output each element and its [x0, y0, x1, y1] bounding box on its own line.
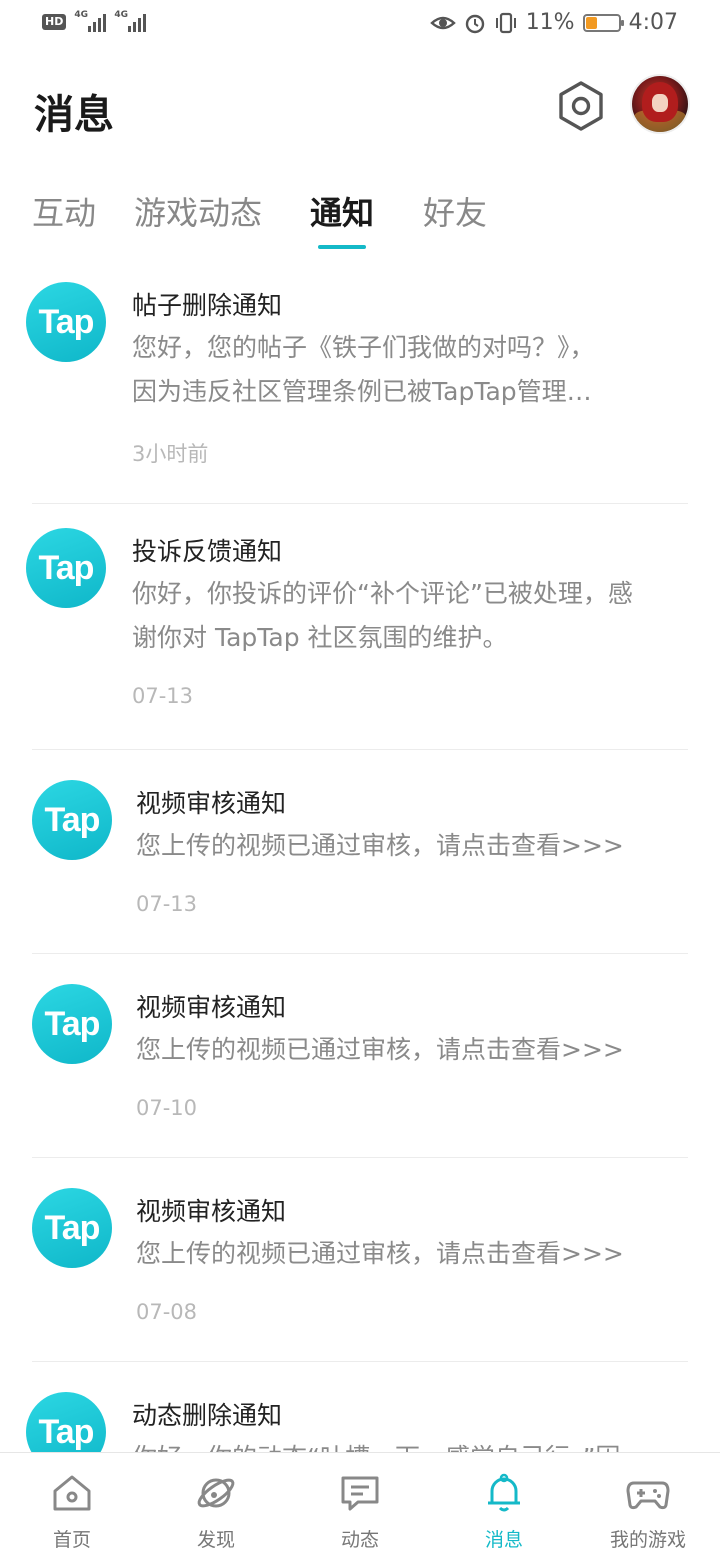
signal-icon: 4G [114, 10, 147, 32]
page-title: 消息 [34, 92, 114, 138]
eye-icon [429, 16, 456, 29]
status-bar: HD 4G 4G 11% 4:07 [0, 0, 720, 52]
nav-feed[interactable]: 动态 [288, 1453, 432, 1560]
signal-icon: 4G [74, 10, 107, 32]
nav-my-games[interactable]: 我的游戏 [576, 1453, 720, 1560]
battery-icon [582, 13, 624, 32]
planet-icon [197, 1478, 235, 1508]
notification-item[interactable]: Tap 视频审核通知 您上传的视频已通过审核，请点击查看>>> 07-10 [32, 954, 688, 1158]
notification-body: 您上传的视频已通过审核，请点击查看>>> [136, 1035, 624, 1064]
tab-interaction[interactable]: 互动 [32, 188, 96, 234]
taptap-logo: Tap [26, 282, 106, 362]
notification-title: 动态删除通知 [132, 1401, 283, 1430]
notification-body: 谢你对 TapTap 社区氛围的维护。 [132, 623, 508, 652]
tab-bar: 互动 游戏动态 通知 好友 [0, 180, 720, 250]
notification-title: 帖子删除通知 [132, 291, 283, 320]
tab-friends[interactable]: 好友 [423, 188, 487, 234]
nav-home[interactable]: 首页 [0, 1453, 144, 1560]
settings-button[interactable] [556, 80, 606, 132]
notification-body: 您上传的视频已通过审核，请点击查看>>> [136, 1239, 624, 1268]
notification-title: 视频审核通知 [136, 789, 287, 818]
notification-body: 因为违反社区管理条例已被TapTap管理… [132, 377, 592, 406]
notification-item[interactable]: Tap 帖子删除通知 您好，您的帖子《铁子们我做的对吗？》， 因为违反社区管理条… [26, 258, 688, 504]
tab-game-updates[interactable]: 游戏动态 [134, 188, 262, 234]
notification-title: 投诉反馈通知 [132, 537, 283, 566]
active-tab-indicator [318, 245, 366, 249]
nav-label: 我的游戏 [609, 1529, 686, 1551]
tab-notifications[interactable]: 通知 [310, 188, 374, 234]
nav-discover[interactable]: 发现 [144, 1453, 288, 1560]
notification-title: 视频审核通知 [136, 993, 287, 1022]
clock: 4:07 [628, 10, 678, 35]
hexagon-settings-icon [559, 81, 603, 131]
home-icon [53, 1475, 91, 1511]
notification-title: 视频审核通知 [136, 1197, 287, 1226]
chat-bubble-icon [341, 1476, 379, 1511]
bell-icon [488, 1473, 520, 1512]
taptap-logo: Tap [32, 984, 112, 1064]
alarm-icon [465, 14, 484, 33]
vibrate-icon [495, 12, 516, 33]
notification-time: 07-10 [136, 1096, 198, 1120]
taptap-logo: Tap [26, 528, 106, 608]
notification-body: 您好，您的帖子《铁子们我做的对吗？》， [132, 333, 595, 362]
nav-label: 首页 [52, 1529, 91, 1551]
hd-badge: HD [42, 14, 67, 30]
notification-body: 您上传的视频已通过审核，请点击查看>>> [136, 831, 624, 860]
bottom-nav: 首页 发现 动态 消息 我的游戏 [0, 1452, 720, 1560]
taptap-logo: Tap [32, 780, 112, 860]
notification-time: 07-08 [136, 1300, 198, 1324]
notification-time: 07-13 [136, 892, 198, 916]
notification-time: 3小时前 [132, 442, 209, 466]
taptap-logo: Tap [32, 1188, 112, 1268]
notification-body: 你好，你投诉的评价“补个评论”已被处理，感 [132, 579, 633, 608]
notification-time: 07-13 [132, 684, 194, 708]
avatar[interactable] [632, 76, 688, 132]
notification-item[interactable]: Tap 投诉反馈通知 你好，你投诉的评价“补个评论”已被处理，感 谢你对 Tap… [26, 504, 688, 750]
notification-item[interactable]: Tap 视频审核通知 您上传的视频已通过审核，请点击查看>>> 07-08 [32, 1158, 688, 1362]
nav-label: 动态 [340, 1529, 379, 1551]
notification-list: Tap 帖子删除通知 您好，您的帖子《铁子们我做的对吗？》， 因为违反社区管理条… [0, 258, 720, 1560]
notification-item[interactable]: Tap 视频审核通知 您上传的视频已通过审核，请点击查看>>> 07-13 [32, 750, 688, 954]
nav-label: 消息 [484, 1529, 523, 1551]
nav-label: 发现 [196, 1529, 235, 1551]
battery-percent: 11% [525, 10, 575, 35]
gamepad-icon [626, 1481, 670, 1510]
nav-messages[interactable]: 消息 [432, 1453, 576, 1560]
